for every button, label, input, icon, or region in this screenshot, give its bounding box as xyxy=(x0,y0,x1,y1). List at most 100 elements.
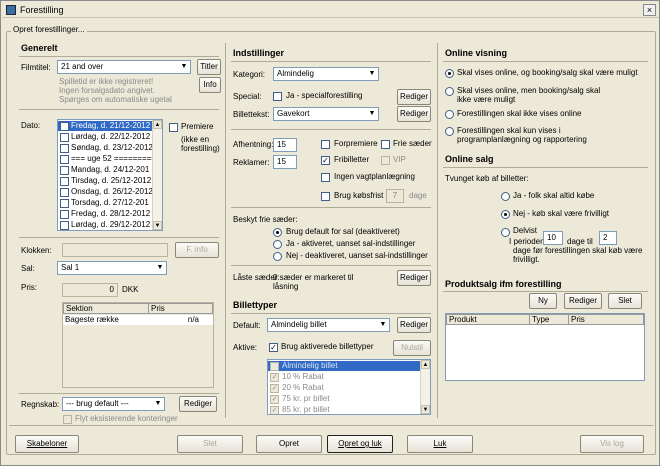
list-item[interactable]: Fredag, d. 28/12-2012 xyxy=(58,209,153,219)
billettype-checkbox[interactable]: ✓ xyxy=(270,384,279,393)
visning-radio-0[interactable] xyxy=(445,69,454,78)
luk-button[interactable]: Luk xyxy=(407,435,473,453)
list-item[interactable]: Fredag, d. 21/12-2012 xyxy=(58,121,153,131)
ny-button[interactable]: Ny xyxy=(529,293,557,309)
nulstil-button[interactable]: Nulstil xyxy=(393,340,431,356)
forpremiere-label: Forpremiere xyxy=(334,139,378,148)
regnskab-rediger-button[interactable]: Rediger xyxy=(179,396,217,412)
ingen-vagt-checkbox[interactable] xyxy=(321,173,330,182)
list-item[interactable]: Søndag, d. 23/12-2012 xyxy=(58,143,153,153)
billettekst-rediger-button[interactable]: Rediger xyxy=(397,106,431,122)
visning-radio-2[interactable] xyxy=(445,110,454,119)
premiere-checkbox[interactable] xyxy=(169,123,178,132)
salg-radio-delvist[interactable] xyxy=(501,228,510,237)
vip-checkbox[interactable] xyxy=(381,156,390,165)
special-rediger-button[interactable]: Rediger xyxy=(397,89,431,105)
filmtitel-select[interactable]: 21 and over ▼ xyxy=(57,60,191,74)
billettype-checkbox[interactable]: ✓ xyxy=(270,373,279,382)
sal-select[interactable]: Sal 1 ▼ xyxy=(57,261,167,275)
list-item[interactable]: Onsdag, d. 26/12-2012 xyxy=(58,187,153,197)
list-item[interactable]: Torsdag, d. 27/12-201 xyxy=(58,198,153,208)
list-item[interactable]: Lørdag, d. 29/12-2012 xyxy=(58,220,153,230)
date-checkbox[interactable] xyxy=(60,177,69,186)
skabeloner-button[interactable]: Skabeloner xyxy=(15,435,79,453)
billettype-checkbox[interactable]: ✓ xyxy=(270,362,279,371)
special-checkbox[interactable] xyxy=(273,92,282,101)
list-item[interactable]: Tirsdag, d. 25/12-2012 xyxy=(58,176,153,186)
scroll-down-icon[interactable]: ▼ xyxy=(421,405,430,414)
produkt-slet-button[interactable]: Slet xyxy=(608,293,642,309)
default-rediger-button[interactable]: Rediger xyxy=(397,317,431,333)
vip-label: VIP xyxy=(393,155,406,164)
date-checkbox[interactable] xyxy=(60,166,69,175)
produktsalg-title: Produktsalg ifm forestilling xyxy=(445,279,562,289)
list-item[interactable]: ✓ Almindelig billet xyxy=(268,361,420,371)
beskyt-default-radio[interactable] xyxy=(273,228,282,237)
list-item[interactable]: Mandag, d. 24/12-201 xyxy=(58,165,153,175)
delvist-to-field[interactable]: 2 xyxy=(599,231,617,245)
list-item[interactable]: ✓ 20 % Rabat xyxy=(268,383,420,393)
flyt-checkbox[interactable] xyxy=(63,415,72,424)
kobsfrist-field[interactable]: 7 xyxy=(386,189,404,203)
default-billettype-select[interactable]: Almindelig billet ▼ xyxy=(267,318,390,332)
kategori-select[interactable]: Almindelig ▼ xyxy=(273,67,379,81)
finfo-button[interactable]: F. info xyxy=(175,242,219,258)
brug-aktiverede-checkbox[interactable]: ✓ xyxy=(269,343,278,352)
delvist-from-field[interactable]: 10 xyxy=(543,231,563,245)
scroll-up-icon[interactable]: ▲ xyxy=(421,360,430,369)
list-item[interactable]: ✓ 85 kr. pr billet xyxy=(268,405,420,414)
reklamer-field[interactable]: 15 xyxy=(273,155,297,169)
scroll-up-icon[interactable]: ▲ xyxy=(153,120,162,129)
opret-button[interactable]: Opret xyxy=(256,435,322,453)
close-button[interactable]: × xyxy=(643,4,656,16)
vis-log-button[interactable]: Vis log xyxy=(580,435,644,453)
date-checkbox[interactable] xyxy=(60,144,69,153)
list-item[interactable]: === uge 52 ========== xyxy=(58,154,161,164)
opret-og-luk-button[interactable]: Opret og luk xyxy=(327,435,393,453)
billettype-checkbox[interactable]: ✓ xyxy=(270,406,279,414)
billettekst-select[interactable]: Gavekort ▼ xyxy=(273,107,379,121)
date-list[interactable]: Fredag, d. 21/12-2012 Lørdag, d. 22/12-2… xyxy=(57,119,163,231)
filmtitel-value: 21 and over xyxy=(61,62,104,71)
list-item[interactable]: ✓ 75 kr. pr billet xyxy=(268,394,420,404)
billettype-scrollbar[interactable]: ▲ ▼ xyxy=(420,360,430,414)
afhentning-field[interactable]: 15 xyxy=(273,138,297,152)
date-checkbox[interactable] xyxy=(60,210,69,219)
date-checkbox[interactable] xyxy=(60,199,69,208)
info-text-2: Ingen forsalgsdato angivet. xyxy=(59,86,156,95)
date-checkbox[interactable] xyxy=(60,188,69,197)
date-checkbox[interactable] xyxy=(60,221,69,230)
frie-saeder-checkbox[interactable] xyxy=(381,140,390,149)
date-checkbox[interactable] xyxy=(60,133,69,142)
salg-radio-nej[interactable] xyxy=(501,210,510,219)
regnskab-select[interactable]: --- brug default --- ▼ xyxy=(62,397,165,411)
produkt-table[interactable]: Produkt Type Pris xyxy=(445,313,645,381)
beskyt-nej-radio[interactable] xyxy=(273,252,282,261)
list-item[interactable]: Lørdag, d. 22/12-2012 xyxy=(58,132,153,142)
titler-button[interactable]: Titler xyxy=(197,59,221,75)
info-button[interactable]: Info xyxy=(199,77,221,93)
scroll-down-icon[interactable]: ▼ xyxy=(153,221,162,230)
column-header: Produkt xyxy=(446,314,530,325)
price-table: Sektion Pris Bageste række n/a xyxy=(62,302,214,388)
list-item[interactable]: ✓ 10 % Rabat xyxy=(268,372,420,382)
fribilletter-checkbox[interactable]: ✓ xyxy=(321,156,330,165)
kobsfrist-checkbox[interactable] xyxy=(321,192,330,201)
produkt-rediger-button[interactable]: Rediger xyxy=(564,293,602,309)
billettype-list[interactable]: ✓ Almindelig billet ✓ 10 % Rabat ✓ 20 % Rab… xyxy=(267,359,431,415)
pris-field[interactable]: 0 xyxy=(62,283,118,297)
visning-option-3: Forestillingen skal kun vises i programp… xyxy=(457,126,587,144)
slet-button[interactable]: Slet xyxy=(177,435,243,453)
date-scrollbar[interactable]: ▲ ▼ xyxy=(152,120,162,230)
date-checkbox[interactable] xyxy=(60,155,69,164)
laaste-rediger-button[interactable]: Rediger xyxy=(397,270,431,286)
klokken-field[interactable] xyxy=(62,243,168,257)
date-checkbox[interactable] xyxy=(60,122,69,131)
billettype-checkbox[interactable]: ✓ xyxy=(270,395,279,404)
visning-radio-3[interactable] xyxy=(445,127,454,136)
forpremiere-checkbox[interactable] xyxy=(321,140,330,149)
visning-radio-1[interactable] xyxy=(445,87,454,96)
salg-radio-ja[interactable] xyxy=(501,192,510,201)
beskyt-ja-radio[interactable] xyxy=(273,240,282,249)
table-row[interactable]: Bageste række n/a xyxy=(63,315,213,325)
